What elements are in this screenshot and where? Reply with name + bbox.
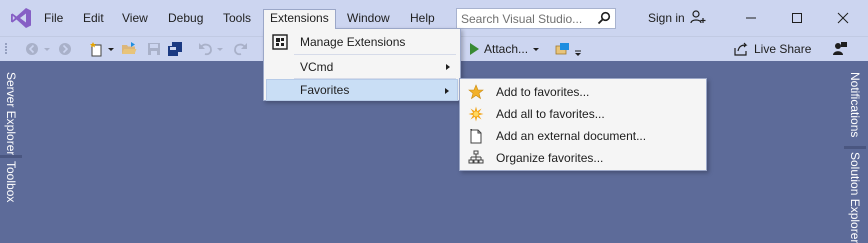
organize-favorites-label: Organize favorites...	[496, 151, 604, 165]
vcmd-label: VCmd	[300, 60, 334, 74]
submenu-arrow-icon	[446, 64, 450, 70]
close-button[interactable]	[832, 8, 854, 28]
manage-extensions-label: Manage Extensions	[300, 35, 406, 49]
left-tool-strip: Server Explorer Toolbox	[0, 62, 30, 243]
add-all-to-favorites-label: Add all to favorites...	[496, 107, 605, 121]
favorites-submenu: Add to favorites... Add all to favorites…	[459, 78, 707, 171]
save-all-icon[interactable]	[167, 41, 183, 57]
extensions-menu: Manage Extensions VCmd Favorites	[263, 28, 461, 101]
attach-button[interactable]: Attach...	[484, 41, 528, 57]
attach-dropdown-icon[interactable]	[532, 41, 540, 57]
undo-dropdown-icon[interactable]	[216, 41, 224, 57]
tab-solution-explorer[interactable]: Solution Explorer	[844, 152, 866, 243]
start-debug-icon[interactable]	[466, 41, 482, 57]
maximize-button[interactable]	[786, 8, 808, 28]
tab-server-explorer[interactable]: Server Explorer	[0, 72, 22, 155]
overflow-dropdown-icon[interactable]	[574, 41, 582, 57]
tab-notifications[interactable]: Notifications	[844, 72, 866, 137]
submenu-arrow-icon	[445, 88, 449, 94]
menu-window[interactable]: Window	[341, 9, 396, 28]
navigate-forward-icon[interactable]	[57, 41, 73, 57]
menu-extensions[interactable]: Extensions	[263, 9, 336, 29]
back-dropdown-icon[interactable]	[43, 41, 51, 57]
favorites-label: Favorites	[300, 83, 350, 97]
menu-view[interactable]: View	[116, 9, 154, 28]
left-tab-divider	[0, 155, 22, 158]
new-project-icon[interactable]	[89, 41, 105, 57]
menu-item-organize-favorites[interactable]: Organize favorites...	[462, 147, 704, 169]
menu-item-vcmd[interactable]: VCmd	[266, 56, 458, 78]
redo-icon[interactable]	[232, 41, 248, 57]
search-box[interactable]	[456, 8, 616, 29]
navigate-back-icon[interactable]	[24, 41, 40, 57]
menu-file[interactable]: File	[38, 9, 69, 28]
right-tab-divider	[844, 146, 866, 149]
add-person-icon[interactable]	[690, 9, 706, 25]
menu-tools[interactable]: Tools	[217, 9, 257, 28]
visual-studio-logo-icon[interactable]	[9, 6, 33, 30]
open-folder-icon[interactable]	[121, 41, 137, 57]
menu-edit[interactable]: Edit	[77, 9, 110, 28]
menu-item-manage-extensions[interactable]: Manage Extensions	[266, 31, 458, 53]
right-tool-strip: Notifications Solution Explorer	[838, 62, 868, 243]
search-input[interactable]	[461, 10, 591, 27]
star-burst-icon	[468, 106, 484, 122]
undo-icon[interactable]	[198, 41, 214, 57]
add-external-document-label: Add an external document...	[496, 129, 647, 143]
menu-debug[interactable]: Debug	[162, 9, 209, 28]
menu-item-favorites[interactable]: Favorites	[266, 79, 458, 101]
tab-toolbox[interactable]: Toolbox	[0, 161, 22, 202]
menu-item-add-external-document[interactable]: Add an external document...	[462, 125, 704, 147]
minimize-button[interactable]	[740, 8, 762, 28]
search-icon[interactable]	[597, 11, 611, 25]
sign-in-link[interactable]: Sign in	[648, 9, 685, 28]
new-dropdown-icon[interactable]	[107, 41, 115, 57]
hierarchy-icon	[468, 150, 484, 164]
live-share-button[interactable]: Live Share	[754, 41, 811, 57]
manage-extensions-icon	[272, 34, 288, 50]
document-icon	[470, 129, 482, 144]
feedback-person-icon[interactable]	[832, 41, 848, 57]
toolbar-grip-icon[interactable]	[4, 41, 10, 57]
menu-item-add-to-favorites[interactable]: Add to favorites...	[462, 81, 704, 103]
menu-separator	[294, 54, 456, 55]
browser-link-icon[interactable]	[555, 41, 571, 57]
menu-help[interactable]: Help	[404, 9, 441, 28]
live-share-icon[interactable]	[733, 41, 749, 57]
star-icon	[468, 84, 484, 100]
menu-item-add-all-to-favorites[interactable]: Add all to favorites...	[462, 103, 704, 125]
add-to-favorites-label: Add to favorites...	[496, 85, 590, 99]
save-icon[interactable]	[146, 41, 162, 57]
